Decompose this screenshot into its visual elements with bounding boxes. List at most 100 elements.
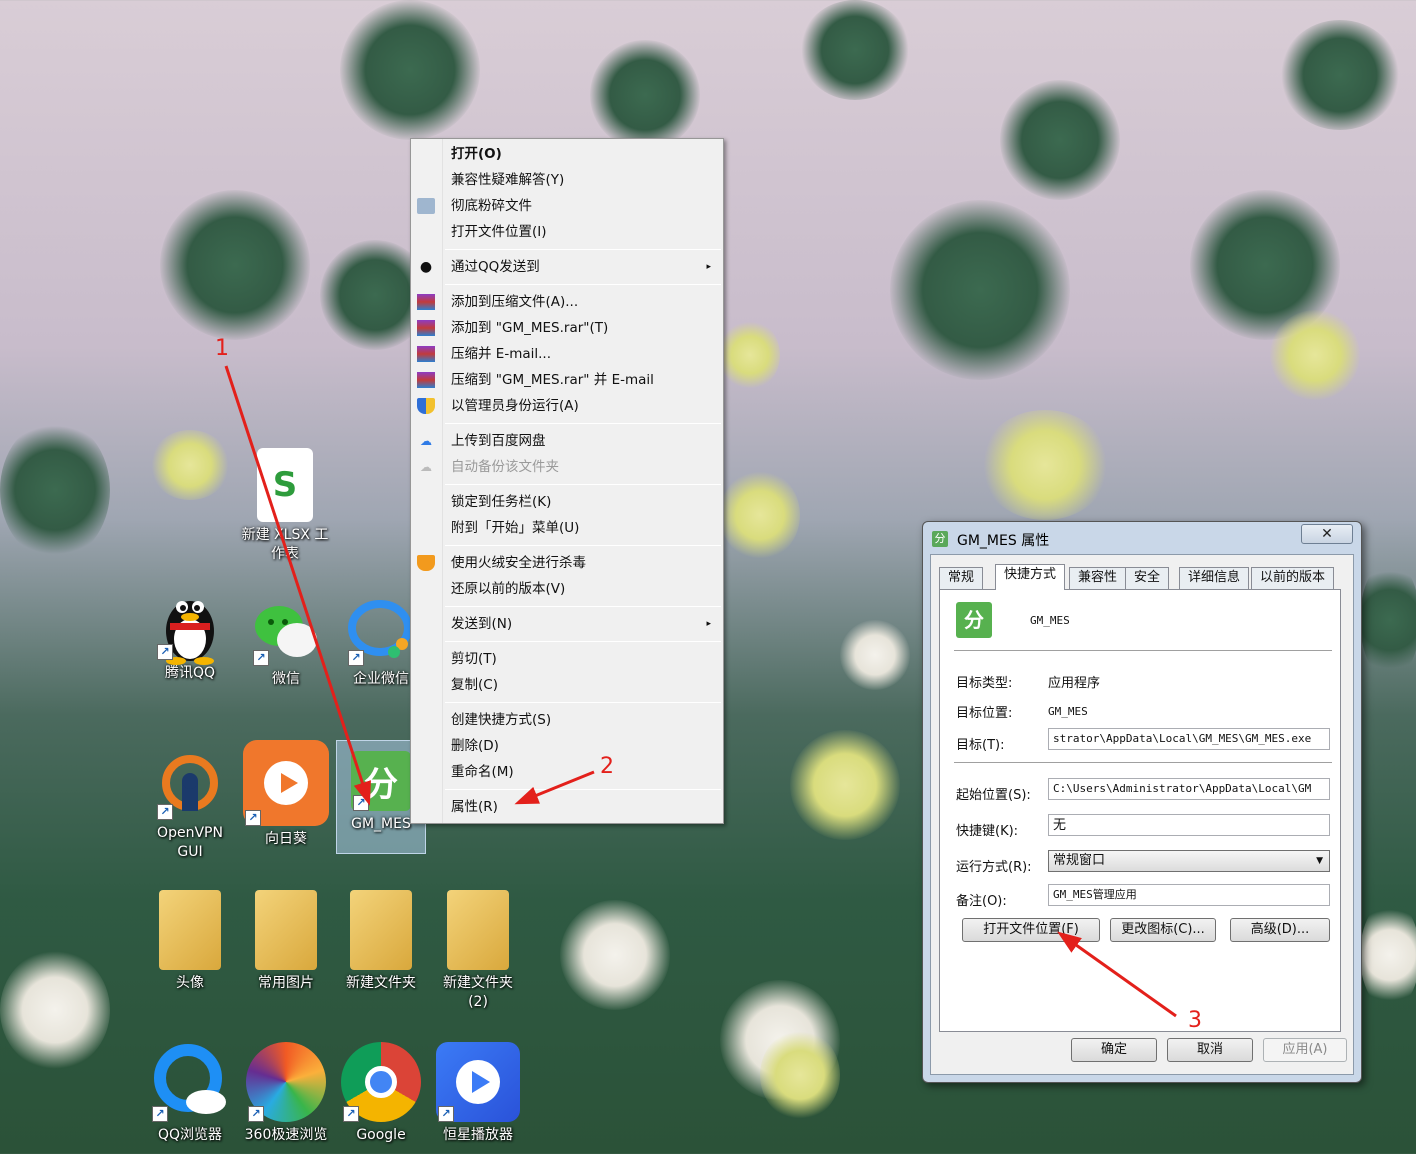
target-type-label: 目标类型: xyxy=(956,676,1013,691)
desktop-icon-folder-avatar[interactable]: 头像 xyxy=(145,890,235,993)
ok-button[interactable]: 确定 xyxy=(1071,1038,1157,1062)
shortcut-key-field[interactable]: 无 xyxy=(1048,814,1330,836)
target-location-label: 目标位置: xyxy=(956,706,1013,721)
desktop-icon-qq-browser[interactable]: ↗ QQ浏览器 xyxy=(145,1042,235,1145)
menu-item-upload-baidu[interactable]: ☁ 上传到百度网盘 xyxy=(411,428,723,454)
wecom-icon: ↗ xyxy=(346,596,416,666)
desktop-icon-chrome[interactable]: ↗ Google xyxy=(336,1042,426,1145)
menu-item-create-shortcut[interactable]: 创建快捷方式(S) xyxy=(411,707,723,733)
menu-item-restore-versions[interactable]: 还原以前的版本(V) xyxy=(411,576,723,602)
run-select[interactable]: 常规窗口 ▼ xyxy=(1048,850,1330,872)
menu-item-open-location[interactable]: 打开文件位置(I) xyxy=(411,219,723,245)
menu-item-send-to[interactable]: 发送到(N) ▸ xyxy=(411,611,723,637)
annotation-number-1: 1 xyxy=(215,336,229,361)
target-location-value: GM_MES xyxy=(1048,705,1088,718)
wallpaper-flower xyxy=(1000,80,1120,200)
wallpaper-flower xyxy=(1270,310,1360,400)
desktop-icon-360-browser[interactable]: ↗ 360极速浏览 xyxy=(241,1042,331,1145)
context-menu: 打开(O) 兼容性疑难解答(Y) 彻底粉碎文件 打开文件位置(I) ● 通过QQ发… xyxy=(410,138,724,824)
desktop-icon-label: QQ浏览器 xyxy=(157,1127,223,1143)
menu-item-cut[interactable]: 剪切(T) xyxy=(411,646,723,672)
cancel-button[interactable]: 取消 xyxy=(1167,1038,1253,1062)
menu-item-label: 使用火绒安全进行杀毒 xyxy=(451,555,586,571)
menu-item-pin-taskbar[interactable]: 锁定到任务栏(K) xyxy=(411,489,723,515)
comment-field[interactable]: GM_MES管理应用 xyxy=(1048,884,1330,906)
menu-separator xyxy=(445,484,721,485)
menu-item-copy[interactable]: 复制(C) xyxy=(411,672,723,698)
wallpaper-flower xyxy=(890,200,1070,380)
menu-item-pin-start[interactable]: 附到「开始」菜单(U) xyxy=(411,515,723,541)
menu-item-send-via-qq[interactable]: ● 通过QQ发送到 ▸ xyxy=(411,254,723,280)
tab-details[interactable]: 详细信息 xyxy=(1179,567,1250,589)
chevron-down-icon: ▼ xyxy=(1316,856,1323,866)
tab-security[interactable]: 安全 xyxy=(1125,567,1170,589)
desktop-icon-label: 360极速浏览 xyxy=(244,1127,328,1143)
close-button[interactable]: ✕ xyxy=(1301,524,1353,544)
menu-item-label: 属性(R) xyxy=(451,799,498,815)
menu-item-rename[interactable]: 重命名(M) xyxy=(411,759,723,785)
desktop-icon-video-player[interactable]: ↗ 恒星播放器 xyxy=(433,1042,523,1145)
menu-item-auto-backup: ☁ 自动备份该文件夹 xyxy=(411,454,723,480)
annotation-arrow-1 xyxy=(224,365,371,806)
menu-item-label: 创建快捷方式(S) xyxy=(451,712,552,728)
tab-shortcut[interactable]: 快捷方式 xyxy=(995,564,1066,590)
start-in-field[interactable]: C:\Users\Administrator\AppData\Local\GM xyxy=(1048,778,1330,800)
wallpaper-flower xyxy=(0,420,110,560)
divider xyxy=(954,650,1332,651)
menu-item-label: 重命名(M) xyxy=(451,764,514,780)
wallpaper-flower xyxy=(1360,900,1416,1010)
wallpaper-flower xyxy=(340,0,480,140)
wallpaper-flower xyxy=(760,1030,840,1120)
tab-general[interactable]: 常规 xyxy=(939,567,984,589)
desktop-icon-openvpn[interactable]: ↗ OpenVPN GUI xyxy=(145,750,235,862)
dialog-titlebar[interactable]: 分 GM_MES 属性 ✕ xyxy=(923,522,1361,554)
shortcut-arrow-icon: ↗ xyxy=(248,1106,264,1122)
menu-item-open[interactable]: 打开(O) xyxy=(411,141,723,167)
menu-item-delete[interactable]: 删除(D) xyxy=(411,733,723,759)
shortcut-arrow-icon: ↗ xyxy=(152,1106,168,1122)
desktop-icon-wechat[interactable]: ↗ 微信 xyxy=(241,596,331,689)
run-select-value: 常规窗口 xyxy=(1053,853,1106,868)
tab-compatibility[interactable]: 兼容性 xyxy=(1069,567,1127,589)
sunflower-icon: ↗ xyxy=(243,740,329,826)
tab-previous-versions[interactable]: 以前的版本 xyxy=(1251,567,1335,589)
menu-item-compress-email[interactable]: 压缩并 E-mail... xyxy=(411,341,723,367)
menu-item-add-to-rar[interactable]: 添加到 "GM_MES.rar"(T) xyxy=(411,315,723,341)
desktop-icon-label: 新建文件夹 xyxy=(346,975,416,991)
desktop-icon-label: 微信 xyxy=(272,671,300,687)
target-field[interactable]: strator\AppData\Local\GM_MES\GM_MES.exe xyxy=(1048,728,1330,750)
menu-item-label: 删除(D) xyxy=(451,738,499,754)
shortcut-arrow-icon: ↗ xyxy=(253,650,269,666)
desktop-icon-folder-new[interactable]: 新建文件夹 xyxy=(336,890,426,993)
menu-item-shred[interactable]: 彻底粉碎文件 xyxy=(411,193,723,219)
desktop-icon-folder-pictures[interactable]: 常用图片 xyxy=(241,890,331,993)
menu-item-compress-rar-email[interactable]: 压缩到 "GM_MES.rar" 并 E-mail xyxy=(411,367,723,393)
run-label: 运行方式(R): xyxy=(956,860,1032,875)
winrar-icon xyxy=(417,372,435,388)
qq-penguin-icon: ↗ xyxy=(155,590,225,665)
desktop-icon-sunflower[interactable]: ↗ 向日葵 xyxy=(241,740,331,849)
wallpaper-flower xyxy=(790,730,900,840)
desktop-icon-qq[interactable]: ↗ 腾讯QQ xyxy=(145,590,235,683)
menu-item-add-to-archive[interactable]: 添加到压缩文件(A)... xyxy=(411,289,723,315)
desktop-icon-folder-new-2[interactable]: 新建文件夹 (2) xyxy=(433,890,523,1012)
menu-separator xyxy=(445,641,721,642)
desktop-icon-label: 新建文件夹 (2) xyxy=(443,975,513,1010)
advanced-button[interactable]: 高级(D)... xyxy=(1230,918,1330,942)
menu-item-run-as-admin[interactable]: 以管理员身份运行(A) xyxy=(411,393,723,419)
target-type-value: 应用程序 xyxy=(1048,676,1101,691)
change-icon-button[interactable]: 更改图标(C)... xyxy=(1110,918,1216,942)
menu-item-huorong-scan[interactable]: 使用火绒安全进行杀毒 xyxy=(411,550,723,576)
video-player-icon: ↗ xyxy=(436,1042,520,1122)
desktop-icon-xlsx[interactable]: S 新建 XLSX 工作表 xyxy=(240,448,330,564)
desktop-icon-label: 头像 xyxy=(176,975,204,991)
wallpaper-flower xyxy=(560,900,670,1010)
browser-360-icon: ↗ xyxy=(246,1042,326,1122)
menu-item-properties[interactable]: 属性(R) xyxy=(411,794,723,820)
shortcut-key-label: 快捷键(K): xyxy=(956,824,1019,839)
menu-item-label: 添加到 "GM_MES.rar"(T) xyxy=(451,320,609,336)
shortcut-arrow-icon: ↗ xyxy=(438,1106,454,1122)
open-file-location-button[interactable]: 打开文件位置(F) xyxy=(962,918,1100,942)
target-label: 目标(T): xyxy=(956,738,1005,753)
menu-item-compat-troubleshoot[interactable]: 兼容性疑难解答(Y) xyxy=(411,167,723,193)
